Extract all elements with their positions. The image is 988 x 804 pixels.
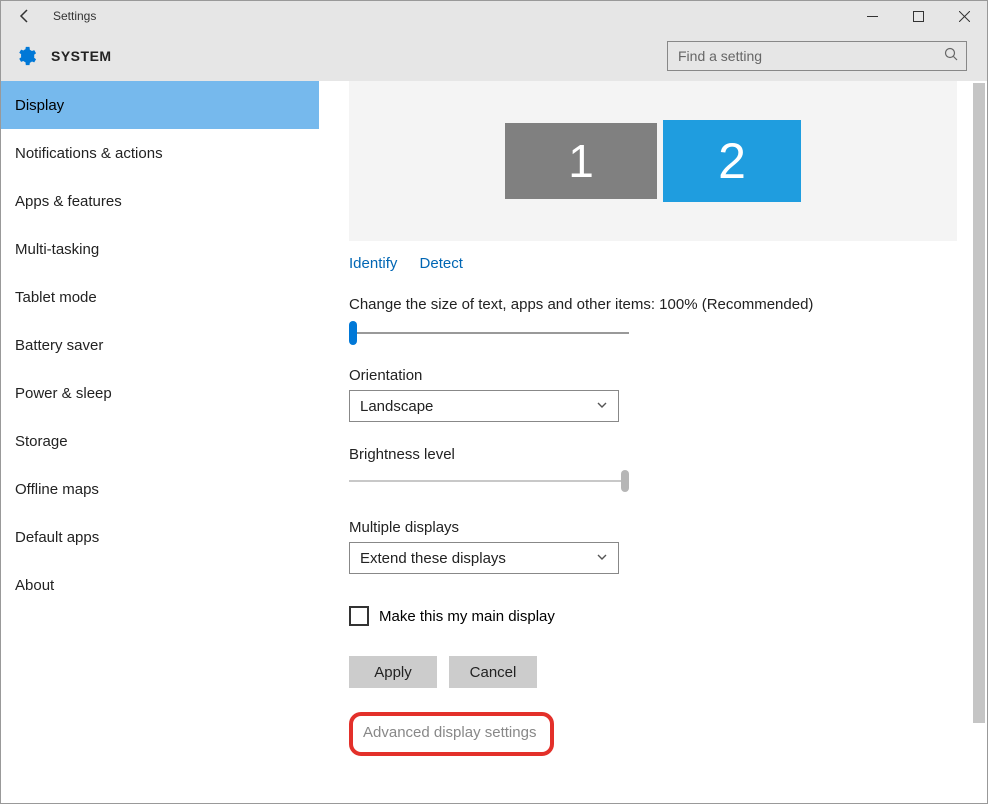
sidebar-item-notifications[interactable]: Notifications & actions [1,129,319,177]
scrollbar-thumb[interactable] [973,83,985,723]
advanced-settings-highlight: Advanced display settings [349,712,554,756]
sidebar-item-offlinemaps[interactable]: Offline maps [1,465,319,513]
header-band: SYSTEM [1,31,987,81]
brightness-label: Brightness level [349,446,957,463]
minimize-icon [867,11,878,22]
window-title: Settings [49,9,96,23]
select-value: Extend these displays [360,550,506,567]
sidebar-item-about[interactable]: About [1,561,319,609]
section-title: SYSTEM [51,48,112,64]
monitor-2[interactable]: 2 [663,120,801,202]
sidebar-item-label: Display [15,97,64,114]
display-arrangement-box[interactable]: 1 2 [349,81,957,241]
sidebar-item-label: Storage [15,433,68,450]
slider-thumb[interactable] [349,321,357,345]
vertical-scrollbar[interactable] [973,83,985,793]
maximize-button[interactable] [895,1,941,31]
sidebar-item-label: Default apps [15,529,99,546]
content-area: 1 2 Identify Detect Change the size of t… [319,81,987,803]
main-display-checkbox-label: Make this my main display [379,608,555,625]
slider-track [349,480,629,482]
sidebar-item-apps[interactable]: Apps & features [1,177,319,225]
monitor-number: 2 [718,132,746,190]
sidebar-item-label: Offline maps [15,481,99,498]
apply-button[interactable]: Apply [349,656,437,688]
maximize-icon [913,11,924,22]
sidebar-item-label: Tablet mode [15,289,97,306]
chevron-down-icon [596,398,608,415]
slider-track [349,332,629,334]
sidebar-nav: Display Notifications & actions Apps & f… [1,81,319,803]
sidebar-item-battery[interactable]: Battery saver [1,321,319,369]
sidebar-item-defaultapps[interactable]: Default apps [1,513,319,561]
brightness-slider[interactable] [349,471,629,495]
chevron-down-icon [596,550,608,567]
multidisplay-label: Multiple displays [349,519,957,536]
gear-icon [15,45,37,67]
monitor-1[interactable]: 1 [505,123,657,199]
sidebar-item-label: Power & sleep [15,385,112,402]
close-button[interactable] [941,1,987,31]
monitor-number: 1 [568,134,594,188]
sidebar-item-display[interactable]: Display [1,81,319,129]
sidebar-item-label: Apps & features [15,193,122,210]
sidebar-item-label: Battery saver [15,337,103,354]
scale-label: Change the size of text, apps and other … [349,296,957,313]
sidebar-item-storage[interactable]: Storage [1,417,319,465]
search-input[interactable] [676,47,944,65]
search-icon [944,47,958,66]
scale-slider[interactable] [349,321,629,345]
orientation-select[interactable]: Landscape [349,390,619,422]
identify-link[interactable]: Identify [349,255,397,272]
main-display-checkbox[interactable] [349,606,369,626]
slider-thumb[interactable] [621,470,629,492]
select-value: Landscape [360,398,433,415]
search-input-wrap[interactable] [667,41,967,71]
multidisplay-select[interactable]: Extend these displays [349,542,619,574]
sidebar-item-power[interactable]: Power & sleep [1,369,319,417]
sidebar-item-label: Multi-tasking [15,241,99,258]
sidebar-item-label: About [15,577,54,594]
advanced-display-settings-link[interactable]: Advanced display settings [363,724,536,741]
sidebar-item-tabletmode[interactable]: Tablet mode [1,273,319,321]
minimize-button[interactable] [849,1,895,31]
back-arrow-icon [17,8,33,24]
orientation-label: Orientation [349,367,957,384]
sidebar-item-label: Notifications & actions [15,145,163,162]
close-icon [959,11,970,22]
cancel-button[interactable]: Cancel [449,656,537,688]
back-button[interactable] [1,1,49,31]
title-bar: Settings [1,1,987,31]
detect-link[interactable]: Detect [420,255,463,272]
sidebar-item-multitasking[interactable]: Multi-tasking [1,225,319,273]
